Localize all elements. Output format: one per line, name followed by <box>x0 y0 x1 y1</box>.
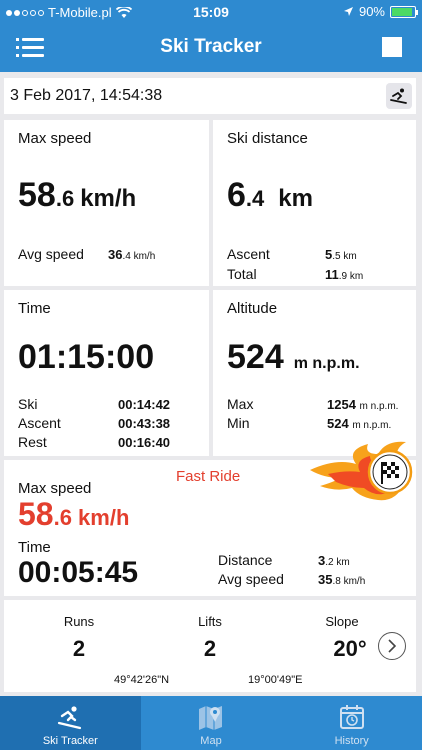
altitude-max-value: 1254 m n.p.m. <box>327 397 398 412</box>
tab-map[interactable]: Map <box>141 696 282 750</box>
stop-square-icon[interactable] <box>382 37 402 57</box>
fast-ride-distance-value: 3.2 km <box>318 553 350 568</box>
avg-speed-label: Avg speed <box>18 246 84 262</box>
fast-ride-speed-int: 58 <box>18 496 54 532</box>
avg-speed-int: 36 <box>108 247 123 262</box>
time-value: 01:15:00 <box>18 338 155 376</box>
page-title: Ski Tracker <box>160 36 262 57</box>
fast-ride-avg-value: 35.8 km/h <box>318 572 365 587</box>
ascent-distance-label: Ascent <box>227 246 270 262</box>
fast-ride-card[interactable]: Fast Ride Max speed 58.6 km/h Time 00:05… <box>4 441 416 596</box>
ski-time-value: 00:14:42 <box>118 397 171 412</box>
total-distance-label: Total <box>227 266 257 282</box>
altitude-max-label: Max <box>227 396 254 412</box>
rest-time-label: Rest <box>18 434 47 450</box>
max-speed-card: Max speed 58.6 km/h Avg speed 36.4 km/h <box>4 120 209 286</box>
session-date: 3 Feb 2017, 14:54:38 <box>10 87 163 104</box>
skier-icon <box>56 703 84 731</box>
total-distance-value: 11.9 km <box>325 267 363 282</box>
rest-time-value: 00:16:40 <box>118 435 171 450</box>
fast-ride-speed-value: 58.6 km/h <box>18 496 129 533</box>
ascent-distance-value: 5.5 km <box>325 247 357 262</box>
longitude: 19°00'49"E <box>248 674 303 686</box>
ski-distance-unit: km <box>278 185 313 212</box>
avg-speed-dec: .4 km/h <box>122 251 156 262</box>
chevron-right-circle-icon[interactable] <box>378 632 406 660</box>
total-distance-dec: .9 km <box>338 271 364 282</box>
ski-distance-value: 6.4 km <box>227 176 313 215</box>
fast-ride-time-value: 00:05:45 <box>18 556 139 589</box>
fast-ride-avg-label: Avg speed <box>218 571 284 587</box>
lifts-value: 2 <box>203 636 217 661</box>
fast-ride-speed-label: Max speed <box>18 480 92 497</box>
slope-label: Slope <box>325 614 359 629</box>
map-pin-icon <box>197 703 225 731</box>
battery-icon <box>390 5 418 18</box>
checkered-flag-flame-icon[interactable] <box>306 436 416 516</box>
calendar-clock-icon <box>338 703 366 731</box>
lifts-label: Lifts <box>198 614 222 629</box>
max-speed-int: 58 <box>18 176 56 214</box>
altitude-card: Altitude 524 m n.p.m. Max 1254 m n.p.m. M… <box>213 290 416 456</box>
max-speed-value: 58.6 km/h <box>18 176 136 215</box>
ascent-time-value: 00:43:38 <box>118 416 171 431</box>
nav-bar: Ski Tracker <box>0 24 422 72</box>
tab-ski-tracker[interactable]: Ski Tracker <box>0 696 141 750</box>
tab-ski-tracker-label: Ski Tracker <box>42 735 98 747</box>
time-label: Time <box>18 300 51 317</box>
runs-value: 2 <box>72 636 86 661</box>
max-speed-unit: km/h <box>80 185 137 212</box>
stats-card: Runs 2 Lifts 2 Slope 20° 49°42'26"N 19°0… <box>4 600 416 692</box>
fast-ride-distance-label: Distance <box>218 552 273 568</box>
runs-label: Runs <box>63 614 95 629</box>
altitude-label: Altitude <box>227 300 278 317</box>
battery-percent: 90% <box>358 4 385 19</box>
tab-history-label: History <box>334 735 369 747</box>
ski-distance-int: 6 <box>227 176 246 214</box>
fast-ride-time-label: Time <box>18 539 51 556</box>
latitude: 49°42'26"N <box>114 674 170 686</box>
avg-speed-value: 36.4 km/h <box>108 247 155 262</box>
status-right: 90% <box>343 4 418 19</box>
altitude-min-label: Min <box>227 415 250 431</box>
fast-ride-distance-dec: .2 km <box>325 557 350 568</box>
location-arrow-icon <box>343 7 353 16</box>
fast-ride-title: Fast Ride <box>176 468 241 485</box>
skier-icon[interactable] <box>386 83 412 109</box>
session-date-bar: 3 Feb 2017, 14:54:38 <box>4 78 416 114</box>
tab-map-label: Map <box>200 735 222 747</box>
total-distance-int: 11 <box>325 267 339 282</box>
tab-history[interactable]: History <box>281 696 422 750</box>
ski-time-label: Ski <box>18 396 38 412</box>
ascent-distance-dec: .5 km <box>332 251 357 262</box>
status-bar: T-Mobile.pl 15:09 90% <box>0 0 422 24</box>
altitude-min-number: 524 <box>327 416 349 431</box>
tab-bar: Ski Tracker Map History <box>0 696 422 750</box>
altitude-number: 524 <box>227 338 284 376</box>
ski-distance-dec: .4 <box>245 186 265 211</box>
ascent-time-label: Ascent <box>18 415 61 431</box>
time-card: Time 01:15:00 Ski 00:14:42 Ascent 00:43:… <box>4 290 209 456</box>
max-speed-label: Max speed <box>18 130 92 147</box>
fast-ride-speed-dec: .6 km/h <box>53 505 130 530</box>
altitude-max-unit: m n.p.m. <box>359 401 399 412</box>
fast-ride-avg-int: 35 <box>318 572 333 587</box>
altitude-unit: m n.p.m. <box>293 355 360 372</box>
altitude-value: 524 m n.p.m. <box>227 338 360 377</box>
altitude-min-unit: m n.p.m. <box>352 420 392 431</box>
altitude-min-value: 524 m n.p.m. <box>327 416 391 431</box>
altitude-max-number: 1254 <box>327 397 356 412</box>
ski-distance-label: Ski distance <box>227 130 308 147</box>
fast-ride-avg-dec: .8 km/h <box>332 576 366 587</box>
ski-distance-card: Ski distance 6.4 km Ascent 5.5 km Total 1… <box>213 120 416 286</box>
max-speed-dec: .6 <box>55 186 75 211</box>
